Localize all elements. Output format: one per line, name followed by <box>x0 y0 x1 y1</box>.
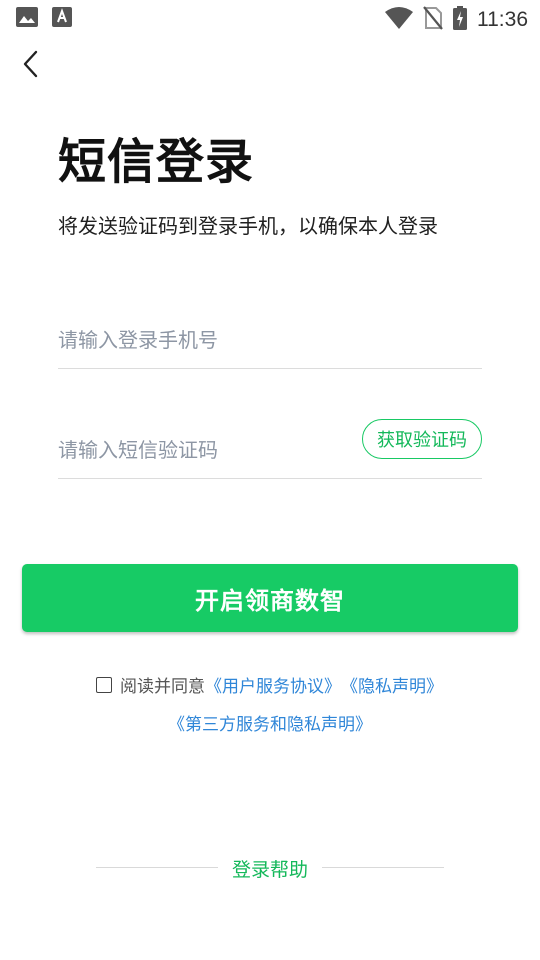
status-time: 11:36 <box>477 8 528 31</box>
login-button[interactable]: 开启领商数智 <box>22 564 518 632</box>
status-bar: 11:36 <box>0 0 540 36</box>
get-code-button[interactable]: 获取验证码 <box>362 419 482 459</box>
sms-code-field: 获取验证码 <box>58 418 482 479</box>
battery-charging-icon <box>453 6 467 34</box>
user-agreement-link[interactable]: 《用户服务协议》 <box>205 672 341 697</box>
login-help-row: 登录帮助 <box>96 855 444 882</box>
image-icon <box>16 7 38 31</box>
page-subtitle: 将发送验证码到登录手机，以确保本人登录 <box>58 214 438 238</box>
text-recognition-icon <box>52 7 72 31</box>
no-sim-icon <box>423 6 443 34</box>
login-help-link[interactable]: 登录帮助 <box>96 855 444 882</box>
agreement-checkbox[interactable] <box>96 676 112 693</box>
phone-field <box>58 308 482 369</box>
chevron-left-icon <box>23 50 38 78</box>
agreement-prefix: 阅读并同意 <box>120 677 205 697</box>
third-party-privacy-link[interactable]: 《第三方服务和隐私声明》 <box>168 715 372 735</box>
back-button[interactable] <box>14 48 46 80</box>
agreement-row-2: 《第三方服务和隐私声明》 <box>0 710 540 735</box>
privacy-link[interactable]: 《隐私声明》 <box>341 672 443 697</box>
phone-input[interactable] <box>58 320 348 360</box>
wifi-icon <box>385 7 413 33</box>
page-title: 短信登录 <box>58 134 255 190</box>
sms-code-input[interactable] <box>58 430 348 470</box>
agreement-row: 阅读并同意 《用户服务协议》 《隐私声明》 <box>96 672 443 697</box>
